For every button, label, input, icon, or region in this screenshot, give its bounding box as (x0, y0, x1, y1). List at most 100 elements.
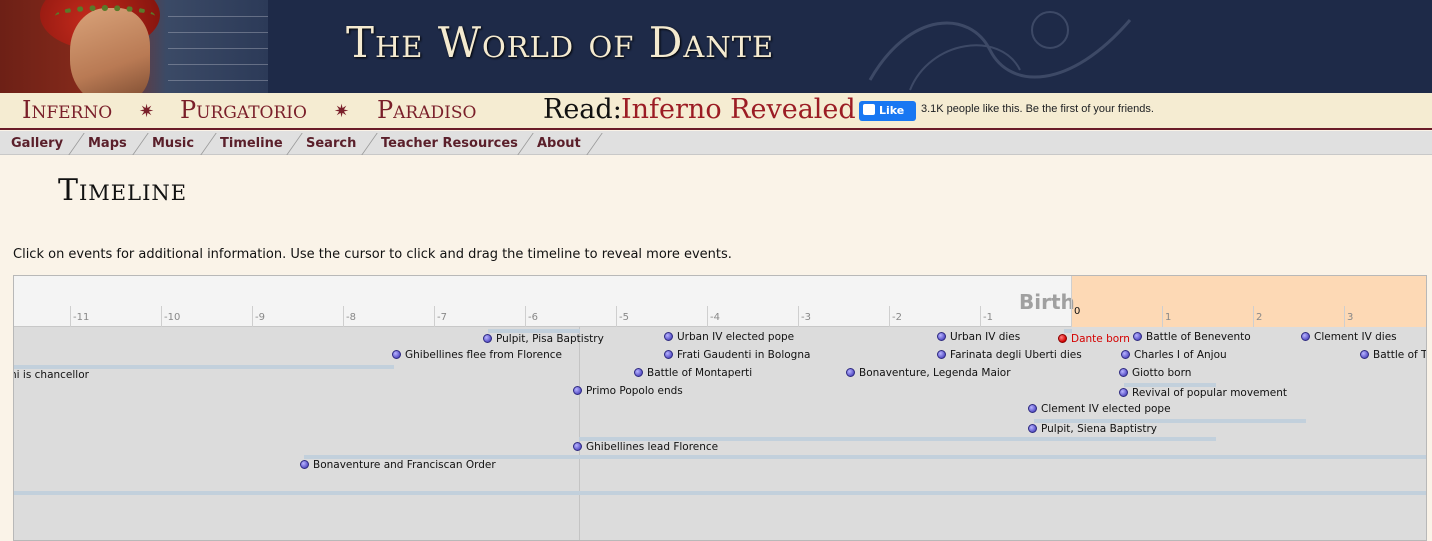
section-nav: Inferno ✷ Purgatorio ✷ Paradiso Read: In… (0, 93, 1432, 130)
tick-mark (70, 306, 71, 327)
event-marker-icon (1028, 404, 1037, 413)
event-marker-icon (664, 350, 673, 359)
tick-mark (1162, 306, 1163, 327)
timeline-event[interactable]: Clement IV dies (1301, 331, 1397, 343)
timeline-event[interactable]: Bonaventure, Legenda Maior (846, 367, 1011, 379)
event-marker-icon (1121, 350, 1130, 359)
timeline-scale-band: Birth (14, 276, 1426, 327)
decorative-swirl (868, 11, 1132, 91)
nav-paradiso[interactable]: Paradiso (377, 96, 476, 124)
nav-inferno[interactable]: Inferno (22, 96, 112, 124)
nav-search[interactable]: Search (306, 136, 356, 151)
tick-mark (889, 306, 890, 327)
birth-zone (1071, 276, 1426, 327)
tick-label: -7 (437, 312, 447, 323)
timeline-event[interactable]: Battle of Benevento (1133, 331, 1251, 343)
nav-purgatorio[interactable]: Purgatorio (180, 96, 307, 124)
event-marker-icon (1119, 368, 1128, 377)
tick-mark (1344, 306, 1345, 327)
timeline-event[interactable]: Revival of popular movement (1119, 387, 1287, 399)
tick-mark (980, 306, 981, 327)
tick-mark (1253, 306, 1254, 327)
tick-label: -1 (983, 312, 993, 323)
tick-label: 2 (1256, 312, 1263, 323)
event-marker-icon (1360, 350, 1369, 359)
tick-label: -5 (619, 312, 629, 323)
event-marker-icon (1133, 332, 1142, 341)
timeline-viewport[interactable]: Birth -11 -10 -9 -8 -7 -6 -5 -4 -3 -2 -1 0 1 2 3 Pulpi… (13, 275, 1427, 541)
event-marker-icon (937, 350, 946, 359)
tick-label: -9 (255, 312, 265, 323)
event-marker-icon (937, 332, 946, 341)
event-marker-icon (634, 368, 643, 377)
tick-mark (525, 306, 526, 327)
tick-label: -2 (892, 312, 902, 323)
birth-band-label: Birth (1019, 290, 1075, 314)
timeline-event[interactable]: Urban IV dies (937, 331, 1020, 343)
tick-label: 3 (1347, 312, 1354, 323)
tick-label: -10 (164, 312, 181, 323)
tick-label: -4 (710, 312, 720, 323)
event-marker-icon (573, 442, 582, 451)
tick-mark (161, 306, 162, 327)
tick-label: -6 (528, 312, 538, 323)
tick-mark (798, 306, 799, 327)
like-count-text: 3.1K people like this. Be the first of y… (921, 103, 1154, 115)
tick-mark (343, 306, 344, 327)
timeline-event[interactable]: Ghibellines flee from Florence (392, 349, 562, 361)
timeline-event[interactable]: Giotto born (1119, 367, 1191, 379)
event-marker-icon (1058, 334, 1067, 343)
read-label: Read: (543, 94, 622, 125)
facebook-like-button[interactable]: Like (859, 101, 916, 121)
nav-separator-icon: ✷ (334, 101, 350, 122)
timeline-event[interactable]: Frati Gaudenti in Bologna (664, 349, 810, 361)
event-marker-icon (483, 334, 492, 343)
timeline-event[interactable]: Primo Popolo ends (573, 385, 683, 397)
event-marker-icon (1028, 424, 1037, 433)
tick-mark (434, 306, 435, 327)
event-marker-icon (664, 332, 673, 341)
nav-about[interactable]: About (537, 136, 581, 151)
timeline-event[interactable]: Battle of Ta (1360, 349, 1426, 361)
tick-mark (252, 306, 253, 327)
nav-music[interactable]: Music (152, 136, 194, 151)
site-banner: The World of Dante (0, 0, 1432, 93)
tick-label: -8 (346, 312, 356, 323)
nav-teacher-resources[interactable]: Teacher Resources (381, 136, 518, 151)
tick-label: 1 (1165, 312, 1172, 323)
tick-label: -11 (73, 312, 90, 323)
event-marker-icon (846, 368, 855, 377)
timeline-event[interactable]: Clement IV elected pope (1028, 403, 1171, 415)
tick-label: -3 (801, 312, 811, 323)
timeline-event[interactable]: Battle of Montaperti (634, 367, 752, 379)
tick-mark (1071, 276, 1072, 327)
timeline-event[interactable]: Pulpit, Siena Baptistry (1028, 423, 1157, 435)
nav-gallery[interactable]: Gallery (11, 136, 63, 151)
event-marker-icon (573, 386, 582, 395)
thumbs-up-icon (863, 104, 875, 115)
tick-mark (616, 306, 617, 327)
event-marker-icon (1119, 388, 1128, 397)
sub-nav: Gallery Maps Music Timeline Search Teach… (0, 131, 1432, 155)
timeline-event[interactable]: Farinata degli Uberti dies (937, 349, 1082, 361)
nav-timeline[interactable]: Timeline (220, 136, 283, 151)
timeline-event[interactable]: Pulpit, Pisa Baptistry (483, 333, 604, 345)
read-inferno-revealed-link[interactable]: Inferno Revealed (621, 94, 856, 125)
timeline-event[interactable]: Ghibellines lead Florence (573, 441, 718, 453)
page-title: Timeline (58, 173, 188, 208)
event-marker-icon (300, 460, 309, 469)
timeline-event-dante-born[interactable]: Dante born (1058, 333, 1130, 345)
instructions-text: Click on events for additional informati… (13, 247, 732, 262)
site-title[interactable]: The World of Dante (346, 18, 774, 67)
timeline-event[interactable]: ni is chancellor (14, 369, 89, 381)
timeline-event[interactable]: Bonaventure and Franciscan Order (300, 459, 496, 471)
dante-portrait (0, 0, 268, 93)
nav-maps[interactable]: Maps (88, 136, 127, 151)
tick-mark (707, 306, 708, 327)
tick-label: 0 (1074, 306, 1081, 317)
duration-bar (14, 491, 1426, 495)
timeline-event[interactable]: Charles I of Anjou (1121, 349, 1227, 361)
timeline-event[interactable]: Urban IV elected pope (664, 331, 794, 343)
event-marker-icon (1301, 332, 1310, 341)
event-marker-icon (392, 350, 401, 359)
